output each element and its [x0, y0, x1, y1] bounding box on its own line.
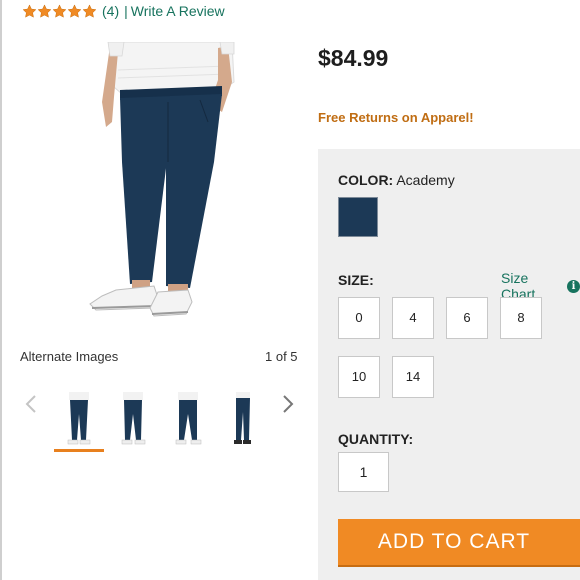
main-product-image[interactable]: [82, 42, 246, 322]
thumbnail-back[interactable]: [173, 392, 203, 446]
rating-row: (4) | Write A Review: [22, 2, 225, 20]
selected-thumbnail-indicator: [54, 449, 104, 452]
review-count[interactable]: (4): [102, 3, 119, 19]
free-returns-promo: Free Returns on Apparel!: [318, 110, 474, 125]
write-review-link[interactable]: Write A Review: [131, 3, 225, 19]
size-option[interactable]: 0: [338, 297, 380, 339]
star-icon: [52, 3, 67, 18]
add-to-cart-button[interactable]: ADD TO CART: [338, 519, 580, 565]
size-option[interactable]: 6: [446, 297, 488, 339]
size-label: SIZE:: [338, 272, 374, 288]
quantity-input[interactable]: 1: [338, 452, 389, 492]
image-page-indicator: 1 of 5: [265, 349, 298, 364]
star-icon: [67, 3, 82, 18]
size-option[interactable]: 10: [338, 356, 380, 398]
chevron-right-icon[interactable]: [281, 394, 295, 414]
star-icon: [22, 3, 37, 18]
left-border: [0, 0, 2, 580]
rating-separator: |: [124, 3, 128, 19]
color-label: COLOR: Academy: [338, 172, 455, 188]
color-label-title: COLOR:: [338, 172, 394, 188]
thumbnail-front[interactable]: [64, 392, 94, 446]
product-price: $84.99: [318, 45, 389, 71]
info-icon: i: [567, 279, 580, 293]
color-value: Academy: [396, 172, 455, 188]
size-option[interactable]: 4: [392, 297, 434, 339]
star-rating: [22, 3, 97, 19]
color-swatch-academy[interactable]: [338, 197, 378, 237]
star-icon: [37, 3, 52, 18]
chevron-left-icon[interactable]: [24, 394, 38, 414]
star-icon: [82, 3, 97, 18]
size-option[interactable]: 14: [392, 356, 434, 398]
quantity-label: QUANTITY:: [338, 431, 414, 447]
alternate-images-label: Alternate Images: [20, 349, 119, 364]
thumbnail-side[interactable]: [228, 392, 258, 446]
size-option[interactable]: 8: [500, 297, 542, 339]
thumbnail-front-2[interactable]: [118, 392, 148, 446]
